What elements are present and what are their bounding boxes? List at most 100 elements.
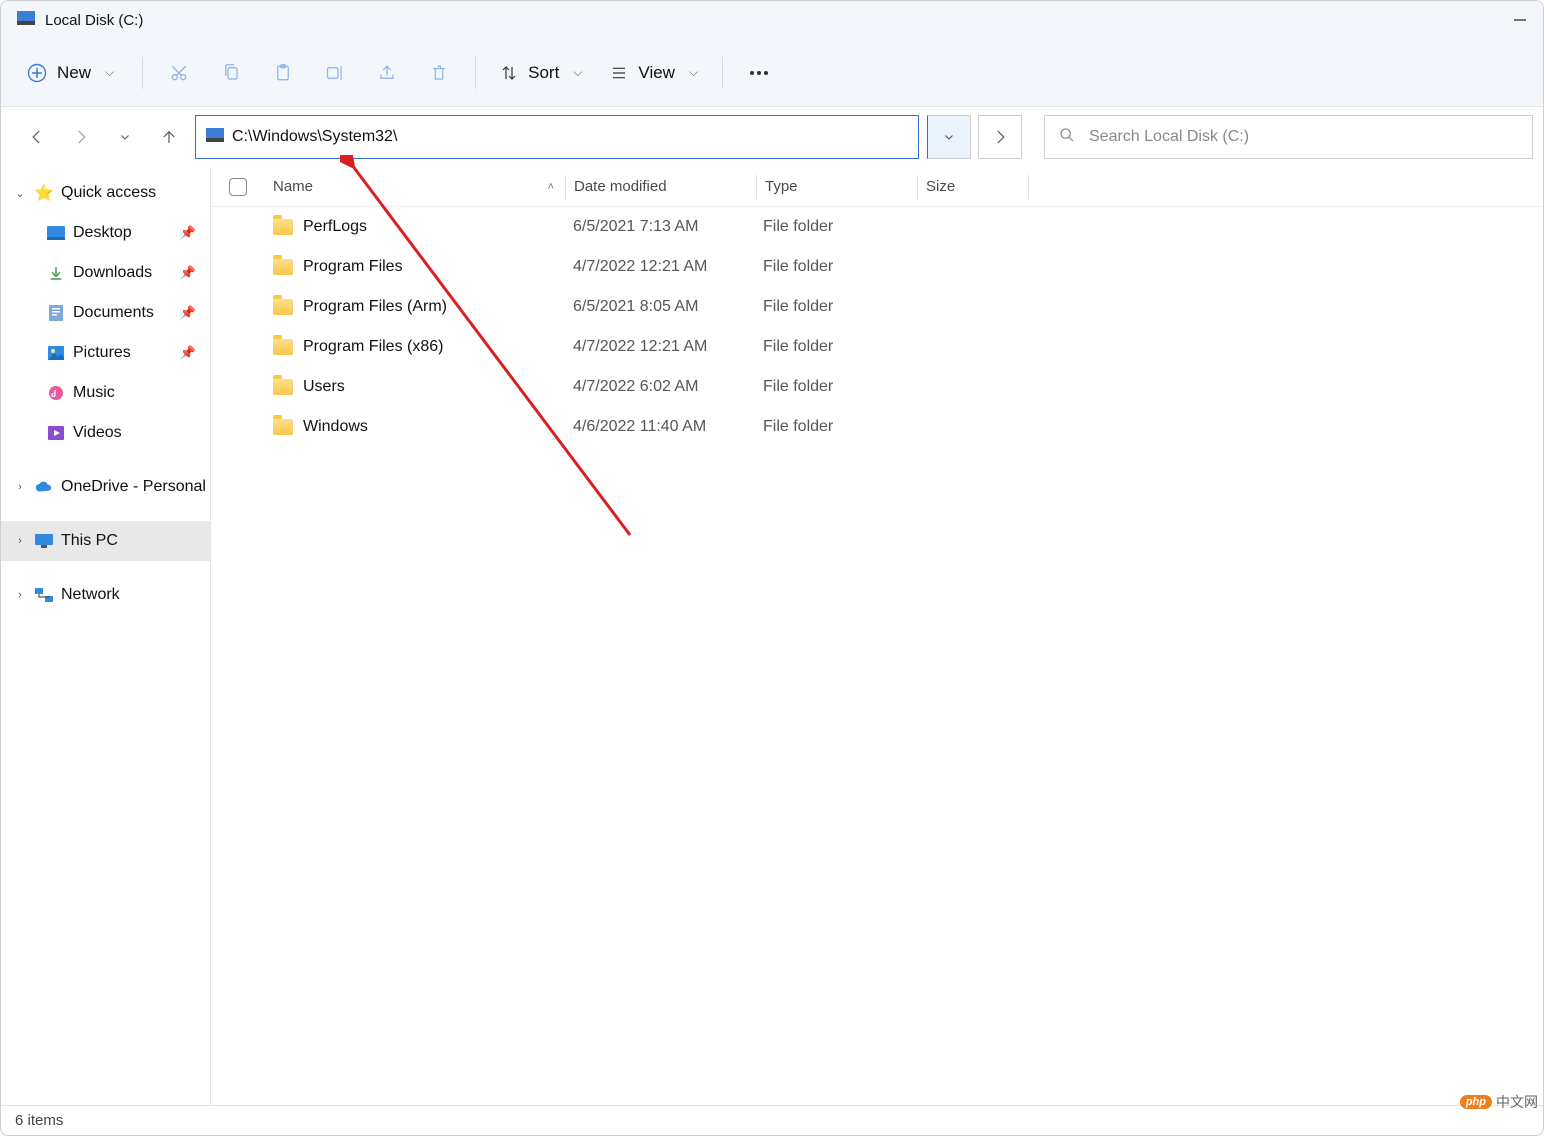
- star-icon: ⭐: [33, 183, 55, 203]
- file-type: File folder: [755, 298, 915, 316]
- search-input[interactable]: [1089, 128, 1518, 146]
- minimize-button[interactable]: [1497, 1, 1543, 39]
- status-bar: 6 items: [1, 1105, 1543, 1135]
- column-headers: Name ˄ Date modified Type Size: [211, 167, 1543, 207]
- pictures-icon: [45, 346, 67, 360]
- cut-button[interactable]: [157, 51, 201, 95]
- file-date: 4/7/2022 12:21 AM: [565, 338, 755, 356]
- forward-button[interactable]: [63, 119, 99, 155]
- paste-button[interactable]: [261, 51, 305, 95]
- sidebar-videos[interactable]: Videos: [1, 413, 210, 453]
- delete-button[interactable]: [417, 51, 461, 95]
- column-name[interactable]: Name ˄: [265, 167, 565, 206]
- desktop-icon: [45, 226, 67, 240]
- back-button[interactable]: [19, 119, 55, 155]
- sort-asc-icon: ˄: [548, 181, 554, 193]
- music-icon: [45, 385, 67, 401]
- chevron-down-icon: ⌵: [689, 65, 698, 80]
- pin-icon: 📌: [180, 345, 196, 361]
- sidebar-onedrive[interactable]: › OneDrive - Personal: [1, 467, 210, 507]
- sidebar-item-label: Downloads: [73, 264, 152, 282]
- copy-button[interactable]: [209, 51, 253, 95]
- file-type: File folder: [755, 378, 915, 396]
- more-button[interactable]: [737, 51, 781, 95]
- network-icon: [33, 588, 55, 602]
- drive-icon: [206, 128, 224, 147]
- address-history-button[interactable]: [927, 115, 971, 159]
- new-button-label: New: [57, 63, 91, 83]
- file-date: 6/5/2021 7:13 AM: [565, 218, 755, 236]
- sidebar-desktop[interactable]: Desktop 📌: [1, 213, 210, 253]
- column-size[interactable]: Size: [918, 167, 1028, 206]
- sidebar-music[interactable]: Music: [1, 373, 210, 413]
- sort-button[interactable]: Sort ⌵: [490, 55, 592, 91]
- search-icon: [1059, 127, 1075, 148]
- folder-icon: [273, 299, 293, 315]
- sidebar-item-label: Pictures: [73, 344, 131, 362]
- sidebar-item-label: Videos: [73, 424, 122, 442]
- sidebar-this-pc[interactable]: › This PC: [1, 521, 210, 561]
- share-button[interactable]: [365, 51, 409, 95]
- folder-icon: [273, 219, 293, 235]
- sidebar-quick-access[interactable]: ⌄ ⭐ Quick access: [1, 173, 210, 213]
- table-row[interactable]: PerfLogs6/5/2021 7:13 AMFile folder: [211, 207, 1543, 247]
- document-icon: [45, 305, 67, 321]
- chevron-down-icon: ⌵: [105, 65, 114, 80]
- search-box[interactable]: [1044, 115, 1533, 159]
- sidebar-network[interactable]: › Network: [1, 575, 210, 615]
- pin-icon: 📌: [180, 305, 196, 321]
- address-path: C:\Windows\System32\: [232, 128, 397, 146]
- folder-icon: [273, 419, 293, 435]
- drive-icon: [17, 11, 35, 29]
- new-button[interactable]: New ⌵: [13, 55, 128, 91]
- titlebar: Local Disk (C:): [1, 1, 1543, 39]
- table-row[interactable]: Windows4/6/2022 11:40 AMFile folder: [211, 407, 1543, 447]
- table-row[interactable]: Program Files4/7/2022 12:21 AMFile folde…: [211, 247, 1543, 287]
- sidebar-item-label: This PC: [61, 532, 118, 550]
- table-row[interactable]: Users 4/7/2022 6:02 AMFile folder: [211, 367, 1543, 407]
- toolbar-divider: [722, 57, 723, 89]
- sidebar: ⌄ ⭐ Quick access Desktop 📌 Downloads 📌 D…: [1, 167, 211, 1105]
- sort-label: Sort: [528, 63, 559, 83]
- item-count: 6 items: [15, 1112, 63, 1129]
- pin-icon: 📌: [180, 265, 196, 281]
- folder-icon: [273, 339, 293, 355]
- select-all-checkbox[interactable]: [229, 178, 247, 196]
- sidebar-item-label: Documents: [73, 304, 154, 322]
- up-button[interactable]: [151, 119, 187, 155]
- toolbar-divider: [142, 57, 143, 89]
- monitor-icon: [33, 534, 55, 548]
- file-name: Users: [303, 378, 345, 396]
- file-type: File folder: [755, 218, 915, 236]
- file-date: 4/7/2022 6:02 AM: [565, 378, 755, 396]
- sidebar-downloads[interactable]: Downloads 📌: [1, 253, 210, 293]
- cloud-icon: [33, 481, 55, 493]
- navigation-row: C:\Windows\System32\: [1, 107, 1543, 167]
- table-row[interactable]: Program Files (Arm)6/5/2021 8:05 AMFile …: [211, 287, 1543, 327]
- window-title: Local Disk (C:): [45, 12, 143, 29]
- toolbar-divider: [475, 57, 476, 89]
- sidebar-documents[interactable]: Documents 📌: [1, 293, 210, 333]
- folder-icon: [273, 379, 293, 395]
- file-name: Program Files (x86): [303, 338, 443, 356]
- watermark: php 中文网: [1460, 1092, 1538, 1112]
- chevron-right-icon: ›: [13, 481, 27, 493]
- table-row[interactable]: Program Files (x86) 4/7/2022 12:21 AMFile…: [211, 327, 1543, 367]
- view-label: View: [638, 63, 675, 83]
- sidebar-pictures[interactable]: Pictures 📌: [1, 333, 210, 373]
- pin-icon: 📌: [180, 225, 196, 241]
- go-button[interactable]: [978, 115, 1022, 159]
- recent-locations-button[interactable]: [107, 119, 143, 155]
- column-type[interactable]: Type: [757, 167, 917, 206]
- chevron-down-icon: ⌄: [13, 187, 27, 200]
- file-type: File folder: [755, 338, 915, 356]
- file-date: 6/5/2021 8:05 AM: [565, 298, 755, 316]
- address-bar[interactable]: C:\Windows\System32\: [195, 115, 919, 159]
- chevron-right-icon: ›: [13, 535, 27, 547]
- column-date[interactable]: Date modified: [566, 167, 756, 206]
- file-date: 4/7/2022 12:21 AM: [565, 258, 755, 276]
- file-type: File folder: [755, 258, 915, 276]
- view-button[interactable]: View ⌵: [600, 55, 708, 91]
- rename-button[interactable]: [313, 51, 357, 95]
- file-type: File folder: [755, 418, 915, 436]
